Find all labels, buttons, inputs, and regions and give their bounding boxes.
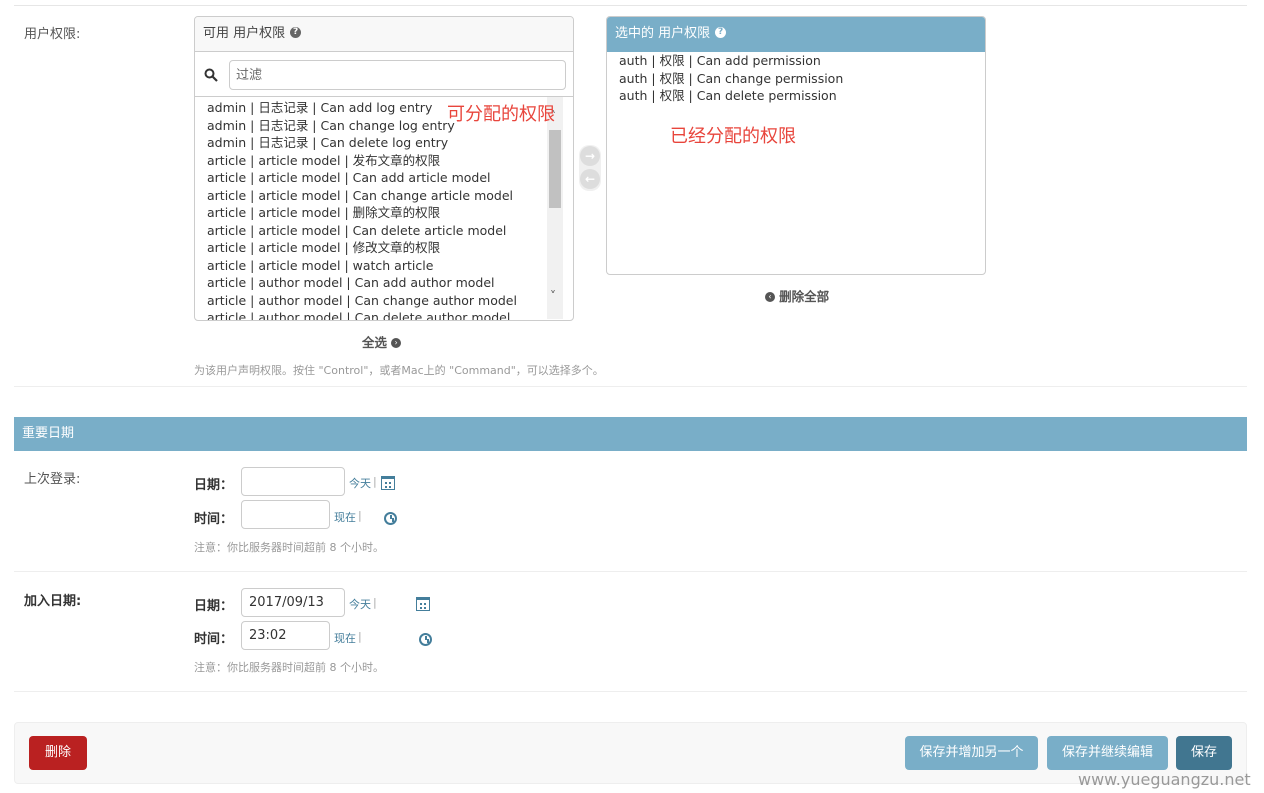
help-icon[interactable]: ? xyxy=(715,27,727,38)
remove-all-label: 删除全部 xyxy=(779,289,830,304)
remove-all-link[interactable]: ‹ 删除全部 xyxy=(765,286,829,305)
list-item[interactable]: article | article model | Can change art… xyxy=(195,187,573,205)
save-button[interactable]: 保存 xyxy=(1176,736,1232,770)
choose-all-link[interactable]: 全选 › xyxy=(362,332,402,351)
list-item[interactable]: auth | 权限 | Can delete permission xyxy=(607,87,985,105)
arrow-right-icon[interactable]: → xyxy=(580,146,600,166)
chosen-header: 选中的 用户权限? xyxy=(607,17,985,52)
filter-row xyxy=(195,52,573,97)
last-login-date-input[interactable] xyxy=(241,467,345,496)
calendar-icon[interactable] xyxy=(416,597,431,611)
timezone-note: 注意：你比服务器时间超前 8 个小时。 xyxy=(194,541,384,554)
chosen-title: 选中的 用户权限 xyxy=(615,26,711,41)
date-joined-label: 加入日期: xyxy=(24,594,82,609)
list-item[interactable]: article | article model | 发布文章的权限 xyxy=(195,152,573,170)
now-link[interactable]: 现在 xyxy=(334,509,356,525)
list-item[interactable]: auth | 权限 | Can change permission xyxy=(607,70,985,88)
list-item[interactable]: article | article model | 修改文章的权限 xyxy=(195,239,573,257)
list-item[interactable]: article | author model | Can change auth… xyxy=(195,292,573,310)
time-label: 时间： xyxy=(194,512,234,527)
date-joined-date-input[interactable] xyxy=(241,588,345,617)
separator: | xyxy=(358,509,362,522)
scroll-thumb[interactable] xyxy=(549,130,561,208)
chevron-down-icon[interactable]: ˅ xyxy=(550,290,556,302)
permissions-help: 为该用户声明权限。按住 "Control"，或者Mac上的 "Command"，… xyxy=(194,364,604,377)
clock-icon[interactable] xyxy=(384,512,398,525)
save-add-another-button[interactable]: 保存并增加另一个 xyxy=(905,736,1038,770)
today-link[interactable]: 今天 xyxy=(349,596,371,612)
date-joined-time-input[interactable] xyxy=(241,621,330,650)
annotation-chosen: 已经分配的权限 xyxy=(670,126,796,147)
available-title: 可用 用户权限 xyxy=(203,26,286,41)
chosen-permissions-box: 选中的 用户权限? auth | 权限 | Can add permission… xyxy=(606,16,986,275)
annotation-available: 可分配的权限 xyxy=(447,104,555,125)
list-item[interactable]: auth | 权限 | Can add permission xyxy=(607,52,985,70)
clock-icon[interactable] xyxy=(419,633,433,646)
top-divider xyxy=(14,5,1247,6)
filter-input[interactable] xyxy=(229,60,566,90)
available-header: 可用 用户权限? xyxy=(195,17,573,52)
separator: | xyxy=(358,630,362,643)
date-label: 日期： xyxy=(194,599,234,614)
divider xyxy=(14,386,1247,387)
choose-all-label: 全选 xyxy=(362,335,388,350)
delete-button[interactable]: 删除 xyxy=(29,736,87,770)
list-item[interactable]: article | article model | Can add articl… xyxy=(195,169,573,187)
list-item[interactable]: article | article model | Can delete art… xyxy=(195,222,573,240)
permissions-label: 用户权限: xyxy=(24,27,81,42)
chevron-left-circle-icon: ‹ xyxy=(765,291,775,302)
now-link[interactable]: 现在 xyxy=(334,630,356,646)
timezone-note: 注意：你比服务器时间超前 8 个小时。 xyxy=(194,661,384,674)
save-continue-button[interactable]: 保存并继续编辑 xyxy=(1047,736,1168,770)
separator: | xyxy=(373,475,377,488)
calendar-icon[interactable] xyxy=(381,476,395,490)
chevron-right-circle-icon: › xyxy=(391,337,402,348)
list-item[interactable]: admin | 日志记录 | Can delete log entry xyxy=(195,134,573,152)
help-icon[interactable]: ? xyxy=(290,27,302,38)
divider xyxy=(14,571,1247,572)
arrow-left-icon[interactable]: ← xyxy=(580,169,600,189)
available-permissions-box: 可用 用户权限? admin | 日志记录 | Can add log entr… xyxy=(194,16,574,321)
section-header: 重要日期 xyxy=(14,417,1247,451)
time-label: 时间： xyxy=(194,632,234,647)
watermark: www.yueguangzu.net xyxy=(1078,770,1251,789)
last-login-time-input[interactable] xyxy=(241,500,330,529)
chosen-list[interactable]: auth | 权限 | Can add permission auth | 权限… xyxy=(607,52,985,105)
list-item[interactable]: article | author model | Can add author … xyxy=(195,274,573,292)
available-list[interactable]: admin | 日志记录 | Can add log entry admin |… xyxy=(195,97,573,320)
list-item[interactable]: article | article model | 删除文章的权限 xyxy=(195,204,573,222)
divider xyxy=(14,691,1247,692)
search-icon xyxy=(204,68,218,82)
today-link[interactable]: 今天 xyxy=(349,475,371,491)
date-label: 日期： xyxy=(194,478,234,493)
list-item[interactable]: article | author model | Can delete auth… xyxy=(195,309,573,320)
list-item[interactable]: article | article model | watch article xyxy=(195,257,573,275)
last-login-label: 上次登录: xyxy=(24,472,81,487)
separator: | xyxy=(373,596,377,609)
list-scrollbar[interactable]: ˄ ˅ xyxy=(547,97,563,319)
